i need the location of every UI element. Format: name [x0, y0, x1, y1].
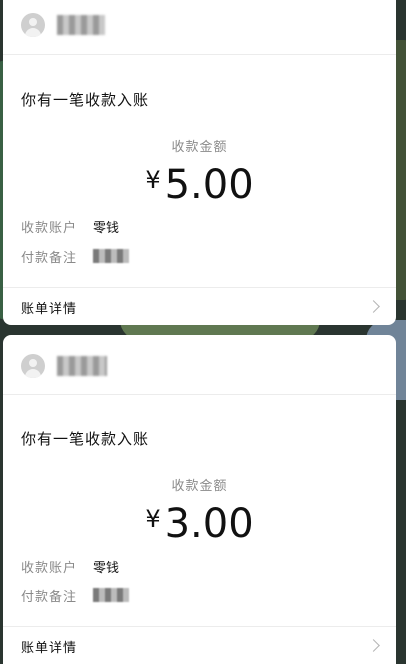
divider: [3, 626, 396, 627]
sender-name-redacted: [57, 15, 105, 35]
avatar[interactable]: [21, 354, 45, 378]
bill-details-link[interactable]: 账单详情: [21, 637, 77, 656]
account-label: 收款账户: [21, 221, 78, 236]
chevron-right-icon[interactable]: [367, 639, 380, 652]
account-value: 零钱: [93, 561, 120, 576]
amount-display: ¥3.00: [3, 501, 396, 547]
amount-value: 5.00: [164, 162, 254, 208]
currency-symbol: ¥: [145, 505, 161, 533]
note-label: 付款备注: [21, 251, 78, 266]
payment-notification-card[interactable]: 你有一笔收款入账 收款金额 ¥5.00 收款账户 零钱 付款备注 账单详情: [3, 0, 396, 325]
amount-value: 3.00: [164, 501, 254, 547]
divider: [3, 394, 396, 395]
bill-details-link[interactable]: 账单详情: [21, 298, 77, 317]
message-title: 你有一笔收款入账: [21, 91, 150, 109]
amount-label: 收款金额: [171, 479, 228, 494]
note-label: 付款备注: [21, 590, 78, 605]
currency-symbol: ¥: [145, 166, 161, 194]
note-value-redacted: [93, 249, 129, 263]
account-label: 收款账户: [21, 561, 78, 576]
sender-name-redacted: [57, 356, 107, 376]
card-header: [3, 341, 396, 395]
amount-label: 收款金额: [171, 140, 228, 155]
account-value: 零钱: [93, 221, 120, 236]
note-value-redacted: [93, 588, 129, 602]
payment-notification-card[interactable]: 你有一笔收款入账 收款金额 ¥3.00 收款账户 零钱 付款备注 账单详情: [3, 335, 396, 664]
amount-display: ¥5.00: [3, 162, 396, 208]
divider: [3, 54, 396, 55]
divider: [3, 287, 396, 288]
avatar[interactable]: [21, 13, 45, 37]
card-header: [3, 0, 396, 54]
chevron-right-icon[interactable]: [367, 300, 380, 313]
message-title: 你有一笔收款入账: [21, 430, 150, 448]
